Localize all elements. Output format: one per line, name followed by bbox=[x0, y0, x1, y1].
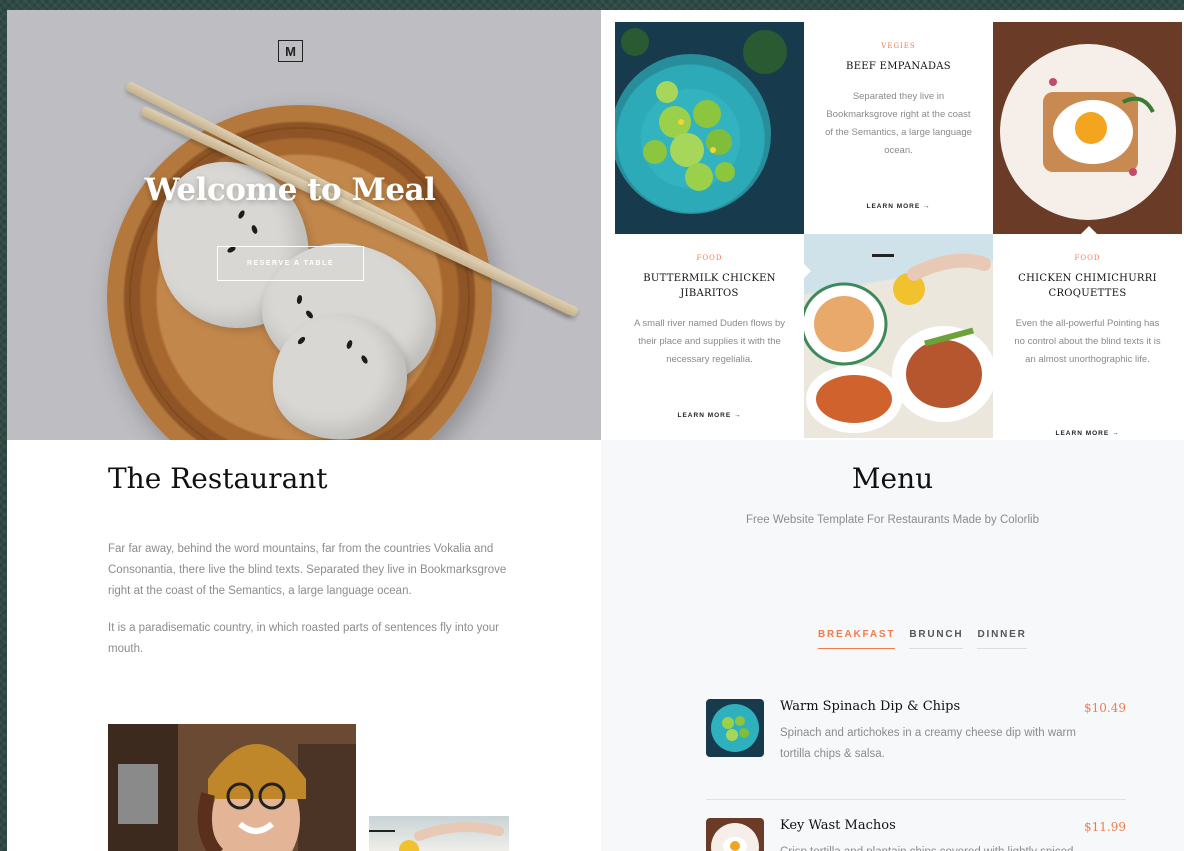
card-category: VEGIES bbox=[881, 42, 916, 50]
tab-breakfast[interactable]: BREAKFAST bbox=[818, 629, 896, 649]
tab-dinner[interactable]: DINNER bbox=[977, 629, 1027, 649]
menu-card-buttermilk-chicken: FOOD BUTTERMILK CHICKEN JIBARITOS A smal… bbox=[615, 234, 804, 440]
card-title: CHICKEN CHIMICHURRI CROQUETTES bbox=[1018, 273, 1157, 299]
menu-item[interactable]: Warm Spinach Dip & Chips $10.49 Spinach … bbox=[706, 699, 1126, 763]
card-category: FOOD bbox=[696, 254, 723, 262]
card-category: FOOD bbox=[1074, 254, 1101, 262]
menu-item-name: Warm Spinach Dip & Chips bbox=[780, 699, 961, 714]
menu-subtitle: Free Website Template For Restaurants Ma… bbox=[746, 514, 1039, 526]
card-description: A small river named Duden flows by their… bbox=[633, 318, 785, 365]
hero-title: Welcome to Meal bbox=[144, 172, 436, 208]
menu-item-description: Crisp tortilla and plantain chips covere… bbox=[780, 842, 1090, 851]
card-title: BUTTERMILK CHICKEN JIBARITOS bbox=[643, 273, 776, 299]
card-pointer bbox=[1081, 226, 1097, 234]
menu-divider bbox=[706, 799, 1126, 800]
learn-more-link[interactable]: LEARN MORE → bbox=[615, 412, 804, 419]
restaurant-title: The Restaurant bbox=[108, 462, 328, 495]
chef-photo bbox=[108, 724, 356, 851]
restaurant-paragraph: Far far away, behind the word mountains,… bbox=[108, 543, 507, 597]
site-logo[interactable]: M bbox=[278, 40, 303, 62]
vegetable-plate-image bbox=[615, 22, 804, 234]
card-description: Even the all-powerful Pointing has no co… bbox=[1014, 318, 1161, 365]
card-title: BEEF EMPANADAS bbox=[846, 61, 951, 72]
learn-more-link[interactable]: LEARN MORE → bbox=[993, 430, 1182, 437]
menu-card-chicken-chimichurri: FOOD CHICKEN CHIMICHURRI CROQUETTES Even… bbox=[993, 234, 1182, 440]
menu-item[interactable]: Key Wast Machos $11.99 Crisp tortilla an… bbox=[706, 818, 1126, 851]
card-description: Separated they live in Bookmarksgrove ri… bbox=[825, 91, 972, 156]
card-pointer bbox=[804, 264, 811, 278]
menu-title: Menu bbox=[851, 462, 934, 495]
restaurant-section: The Restaurant Far far away, behind the … bbox=[7, 440, 601, 851]
menu-item-price: $11.99 bbox=[1084, 820, 1126, 834]
fried-egg-plate-image bbox=[993, 22, 1182, 234]
menu-section: Menu Free Website Template For Restauran… bbox=[601, 440, 1184, 851]
tab-brunch[interactable]: BRUNCH bbox=[909, 629, 964, 649]
assorted-dishes-image bbox=[804, 234, 993, 438]
menu-tabs: BREAKFAST BRUNCH DINNER bbox=[818, 629, 1027, 649]
menu-item-name: Key Wast Machos bbox=[780, 818, 896, 833]
menu-card-beef-empanadas: VEGIES BEEF EMPANADAS Separated they liv… bbox=[804, 22, 993, 234]
learn-more-link[interactable]: LEARN MORE → bbox=[804, 203, 993, 210]
menu-item-description: Spinach and artichokes in a creamy chees… bbox=[780, 727, 1076, 760]
drink-pour-photo bbox=[369, 816, 509, 851]
menu-item-thumbnail bbox=[706, 818, 764, 851]
menu-item-price: $10.49 bbox=[1084, 701, 1126, 715]
hero-section: M Welcome to Meal RESERVE A TABLE bbox=[7, 10, 601, 440]
restaurant-paragraph: It is a paradisematic country, in which … bbox=[108, 622, 499, 655]
featured-grid: VEGIES BEEF EMPANADAS Separated they liv… bbox=[601, 10, 1184, 440]
menu-item-thumbnail bbox=[706, 699, 764, 757]
reserve-table-button[interactable]: RESERVE A TABLE bbox=[217, 246, 364, 281]
